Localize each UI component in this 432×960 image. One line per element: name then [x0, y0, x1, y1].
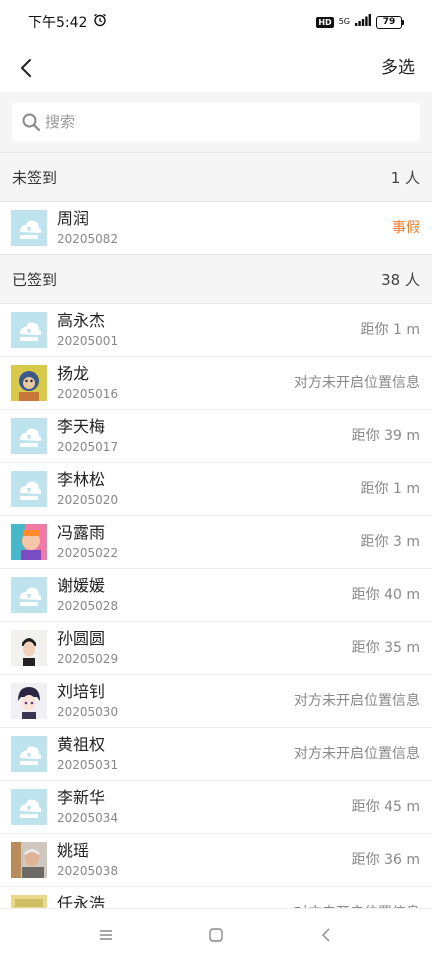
search-input[interactable]: [45, 113, 385, 131]
student-status: 对方未开启位置信息: [294, 746, 420, 762]
search-area: [0, 92, 432, 152]
student-status: 距你 45 m: [351, 799, 420, 815]
back-button[interactable]: [10, 52, 42, 84]
status-time: 下午5:42: [28, 15, 88, 31]
student-row[interactable]: 黄祖权 20205031 对方未开启位置信息: [0, 728, 432, 781]
nav-bar: 多选: [0, 44, 432, 92]
student-row[interactable]: 高永杰 20205001 距你 1 m: [0, 304, 432, 357]
student-status: 距你 1 m: [360, 481, 420, 497]
section-count: 1 人: [390, 168, 420, 187]
search-icon: [22, 113, 41, 132]
student-id: 20205038: [57, 864, 119, 878]
section-title: 未签到: [12, 168, 58, 187]
default-cloud-avatar: [11, 210, 47, 246]
chevron-left-icon: [322, 928, 330, 941]
colorful-portrait-avatar: [11, 524, 47, 560]
student-id: 20205082: [57, 232, 119, 246]
student-id: 20205016: [57, 387, 119, 401]
student-name: 李新华: [57, 788, 106, 807]
man-portrait-avatar: [11, 630, 47, 666]
default-cloud-avatar: [11, 312, 47, 348]
section-header-signed: 已签到 38 人: [0, 254, 432, 304]
student-row[interactable]: 刘培钊 20205030 对方未开启位置信息: [0, 675, 432, 728]
student-status: 距你 1 m: [360, 322, 420, 338]
student-name: 高永杰: [57, 311, 106, 330]
student-status: 距你 40 m: [351, 587, 420, 603]
student-id: 20205001: [57, 334, 119, 348]
student-row[interactable]: 谢媛媛 20205028 距你 40 m: [0, 569, 432, 622]
student-status: 距你 39 m: [351, 428, 420, 444]
student-name: 谢媛媛: [57, 576, 106, 595]
student-name: 李林松: [57, 470, 106, 489]
student-name: 黄祖权: [57, 735, 106, 754]
student-status: 事假: [392, 220, 420, 236]
student-status: 对方未开启位置信息: [294, 375, 420, 391]
student-row[interactable]: 李新华 20205034 距你 45 m: [0, 781, 432, 834]
network-type: 5G: [338, 17, 350, 26]
student-id: 20205017: [57, 440, 119, 454]
student-name: 刘培钊: [57, 682, 106, 701]
student-row[interactable]: 周润 20205082 事假: [0, 202, 432, 255]
student-name: 孙圆圆: [57, 629, 106, 648]
elder-photo-avatar: [11, 842, 47, 878]
student-row[interactable]: 姚瑶 20205038 距你 36 m: [0, 834, 432, 887]
student-name: 周润: [57, 209, 90, 228]
default-cloud-avatar: [11, 577, 47, 613]
menu-icon: [100, 929, 112, 940]
home-square-icon: [209, 927, 223, 942]
home-button[interactable]: [196, 915, 236, 955]
unsigned-list: 周润 20205082 事假: [0, 202, 432, 255]
student-row[interactable]: 冯露雨 20205022 距你 3 m: [0, 516, 432, 569]
student-id: 20205034: [57, 811, 119, 825]
system-back-button[interactable]: [306, 915, 346, 955]
battery-icon: 79: [376, 15, 404, 29]
student-name: 冯露雨: [57, 523, 106, 542]
student-id: 20205022: [57, 546, 119, 560]
student-row[interactable]: 李林松 20205020 距你 1 m: [0, 463, 432, 516]
alarm-icon: [93, 13, 107, 31]
student-status: 对方未开启位置信息: [294, 693, 420, 709]
anime-boy-avatar: [11, 683, 47, 719]
student-name: 扬龙: [57, 364, 90, 383]
multi-select-button[interactable]: 多选: [381, 44, 415, 92]
system-nav-bar: [0, 908, 432, 960]
student-row[interactable]: 孙圆圆 20205029 距你 35 m: [0, 622, 432, 675]
menu-button[interactable]: [86, 915, 126, 955]
default-cloud-avatar: [11, 418, 47, 454]
student-row[interactable]: 李天梅 20205017 距你 39 m: [0, 410, 432, 463]
student-status: 距你 36 m: [351, 852, 420, 868]
section-count: 38 人: [381, 270, 420, 289]
student-name: 李天梅: [57, 417, 106, 436]
student-id: 20205029: [57, 652, 119, 666]
battery-level: 79: [376, 15, 402, 29]
student-id: 20205031: [57, 758, 119, 772]
status-bar: 下午5:42 HD 5G 79: [0, 0, 432, 44]
hd-voice-icon: HD: [316, 16, 334, 28]
default-cloud-avatar: [11, 736, 47, 772]
monkey-photo-avatar: [11, 365, 47, 401]
student-row[interactable]: 扬龙 20205016 对方未开启位置信息: [0, 357, 432, 410]
section-title: 已签到: [12, 270, 58, 289]
default-cloud-avatar: [11, 789, 47, 825]
student-id: 20205028: [57, 599, 119, 613]
student-status: 距你 35 m: [351, 640, 420, 656]
student-status: 距你 3 m: [360, 534, 420, 550]
student-id: 20205020: [57, 493, 119, 507]
signal-icon: [355, 14, 371, 30]
signed-list: 高永杰 20205001 距你 1 m 扬龙 20205016 对方未开启位置信息 李天梅 2…: [0, 304, 432, 940]
chevron-left-icon: [21, 59, 31, 77]
default-cloud-avatar: [11, 471, 47, 507]
section-header-unsigned: 未签到 1 人: [0, 152, 432, 202]
student-id: 20205030: [57, 705, 119, 719]
search-box[interactable]: [12, 102, 420, 142]
student-name: 姚瑶: [57, 841, 90, 860]
